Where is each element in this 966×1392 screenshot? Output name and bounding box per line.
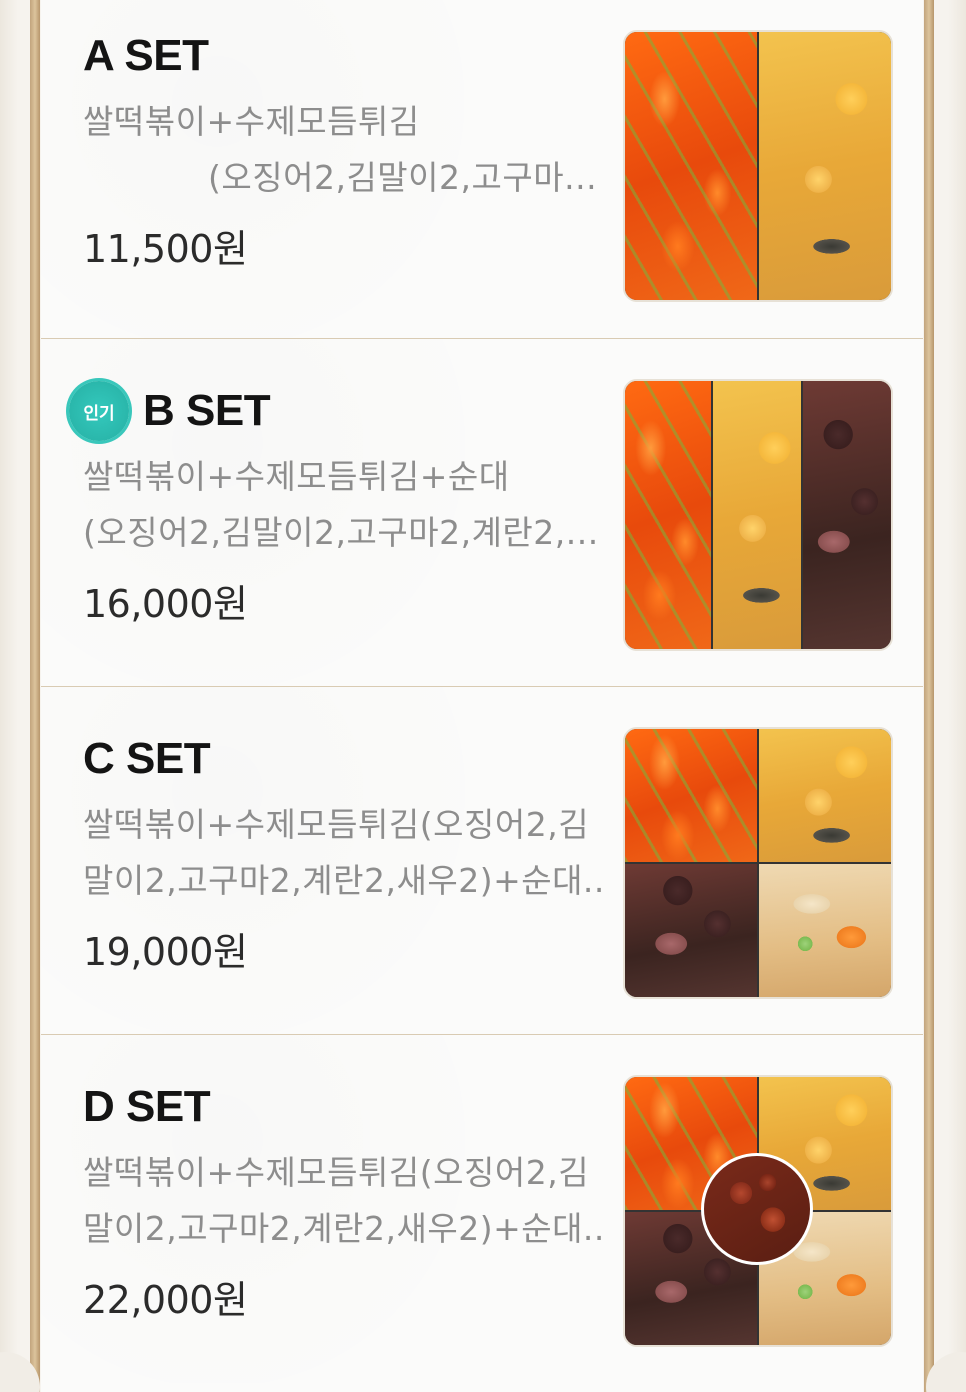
twigim-photo-tile: [759, 32, 891, 300]
menu-item-description: 쌀떡볶이+수제모듬튀김+순대 (오징어2,김말이2,고구마2,계란2,...: [83, 449, 603, 561]
popular-badge: 인기: [69, 381, 129, 441]
tteokbokki-photo-tile: [625, 32, 757, 300]
menu-item-description-line: (오징어2,김말이2,고구마2,계란2,...: [83, 513, 599, 552]
menu-item-description: 쌀떡볶이+수제모듬튀김 (오징어2,김말이2,고구마...: [83, 94, 603, 206]
menu-item-text: C SET 쌀떡볶이+수제모듬튀김(오징어2,김 말이2,고구마2,계란2,새우…: [83, 717, 603, 976]
menu-item-description: 쌀떡볶이+수제모듬튀김(오징어2,김 말이2,고구마2,계란2,새우2)+순대.…: [83, 797, 603, 909]
menu-item-price: 16,000원: [83, 582, 248, 626]
menu-item-title-row: D SET: [83, 1081, 603, 1133]
sundae-photo-tile: [625, 864, 757, 997]
menu-item-title-row: A SET: [83, 30, 603, 82]
menu-item-text: D SET 쌀떡볶이+수제모듬튀김(오징어2,김 말이2,고구마2,계란2,새우…: [83, 1065, 603, 1324]
menu-item-b-set[interactable]: 인기 B SET 쌀떡볶이+수제모듬튀김+순대 (오징어2,김말이2,고구마2,…: [41, 339, 923, 687]
menu-list: A SET 쌀떡볶이+수제모듬튀김 (오징어2,김말이2,고구마... 11,5…: [41, 0, 923, 1392]
tteokbokki-photo-tile: [625, 729, 757, 862]
menu-item-a-set[interactable]: A SET 쌀떡볶이+수제모듬튀김 (오징어2,김말이2,고구마... 11,5…: [41, 0, 923, 339]
menu-item-photo[interactable]: [623, 379, 893, 651]
menu-item-photo[interactable]: [623, 727, 893, 999]
menu-item-description-line: 쌀떡볶이+수제모듬튀김+순대: [83, 457, 510, 496]
menu-item-description: 쌀떡볶이+수제모듬튀김(오징어2,김 말이2,고구마2,계란2,새우2)+순대.…: [83, 1145, 603, 1257]
menu-item-price: 11,500원: [83, 227, 248, 271]
menu-item-name: B SET: [143, 386, 271, 435]
menu-item-name: A SET: [83, 31, 209, 80]
chicken-photo-tile: [701, 1153, 813, 1265]
menu-item-name: D SET: [83, 1082, 211, 1131]
menu-item-description-line: 쌀떡볶이+수제모듬튀김(오징어2,김: [83, 1153, 590, 1192]
menu-item-name: C SET: [83, 734, 211, 783]
left-frame-border: [30, 0, 40, 1392]
menu-item-description-line: 말이2,고구마2,계란2,새우2)+순대...: [83, 861, 603, 900]
menu-item-photo[interactable]: [623, 30, 893, 302]
menu-item-price: 22,000원: [83, 1278, 248, 1322]
menu-item-title-row: C SET: [83, 733, 603, 785]
menu-item-text: A SET 쌀떡볶이+수제모듬튀김 (오징어2,김말이2,고구마... 11,5…: [83, 30, 603, 273]
menu-item-description-line: 쌀떡볶이+수제모듬튀김: [83, 102, 420, 141]
menu-item-description-line: (오징어2,김말이2,고구마...: [208, 158, 598, 197]
menu-item-c-set[interactable]: C SET 쌀떡볶이+수제모듬튀김(오징어2,김 말이2,고구마2,계란2,새우…: [41, 687, 923, 1035]
menu-item-d-set[interactable]: D SET 쌀떡볶이+수제모듬튀김(오징어2,김 말이2,고구마2,계란2,새우…: [41, 1035, 923, 1383]
menu-page: A SET 쌀떡볶이+수제모듬튀김 (오징어2,김말이2,고구마... 11,5…: [0, 0, 966, 1392]
right-frame-border: [924, 0, 934, 1392]
menu-item-text: 인기 B SET 쌀떡볶이+수제모듬튀김+순대 (오징어2,김말이2,고구마2,…: [69, 369, 603, 628]
twigim-photo-tile: [713, 381, 801, 649]
menu-item-description-line: 쌀떡볶이+수제모듬튀김(오징어2,김: [83, 805, 590, 844]
tteokbokki-photo-tile: [625, 381, 711, 649]
menu-item-title-row: 인기 B SET: [69, 381, 603, 441]
menu-item-price: 19,000원: [83, 930, 248, 974]
eomuk-photo-tile: [759, 864, 891, 997]
menu-item-description-line: 말이2,고구마2,계란2,새우2)+순대...: [83, 1209, 603, 1248]
twigim-photo-tile: [759, 729, 891, 862]
sundae-photo-tile: [803, 381, 891, 649]
menu-item-photo[interactable]: [623, 1075, 893, 1347]
